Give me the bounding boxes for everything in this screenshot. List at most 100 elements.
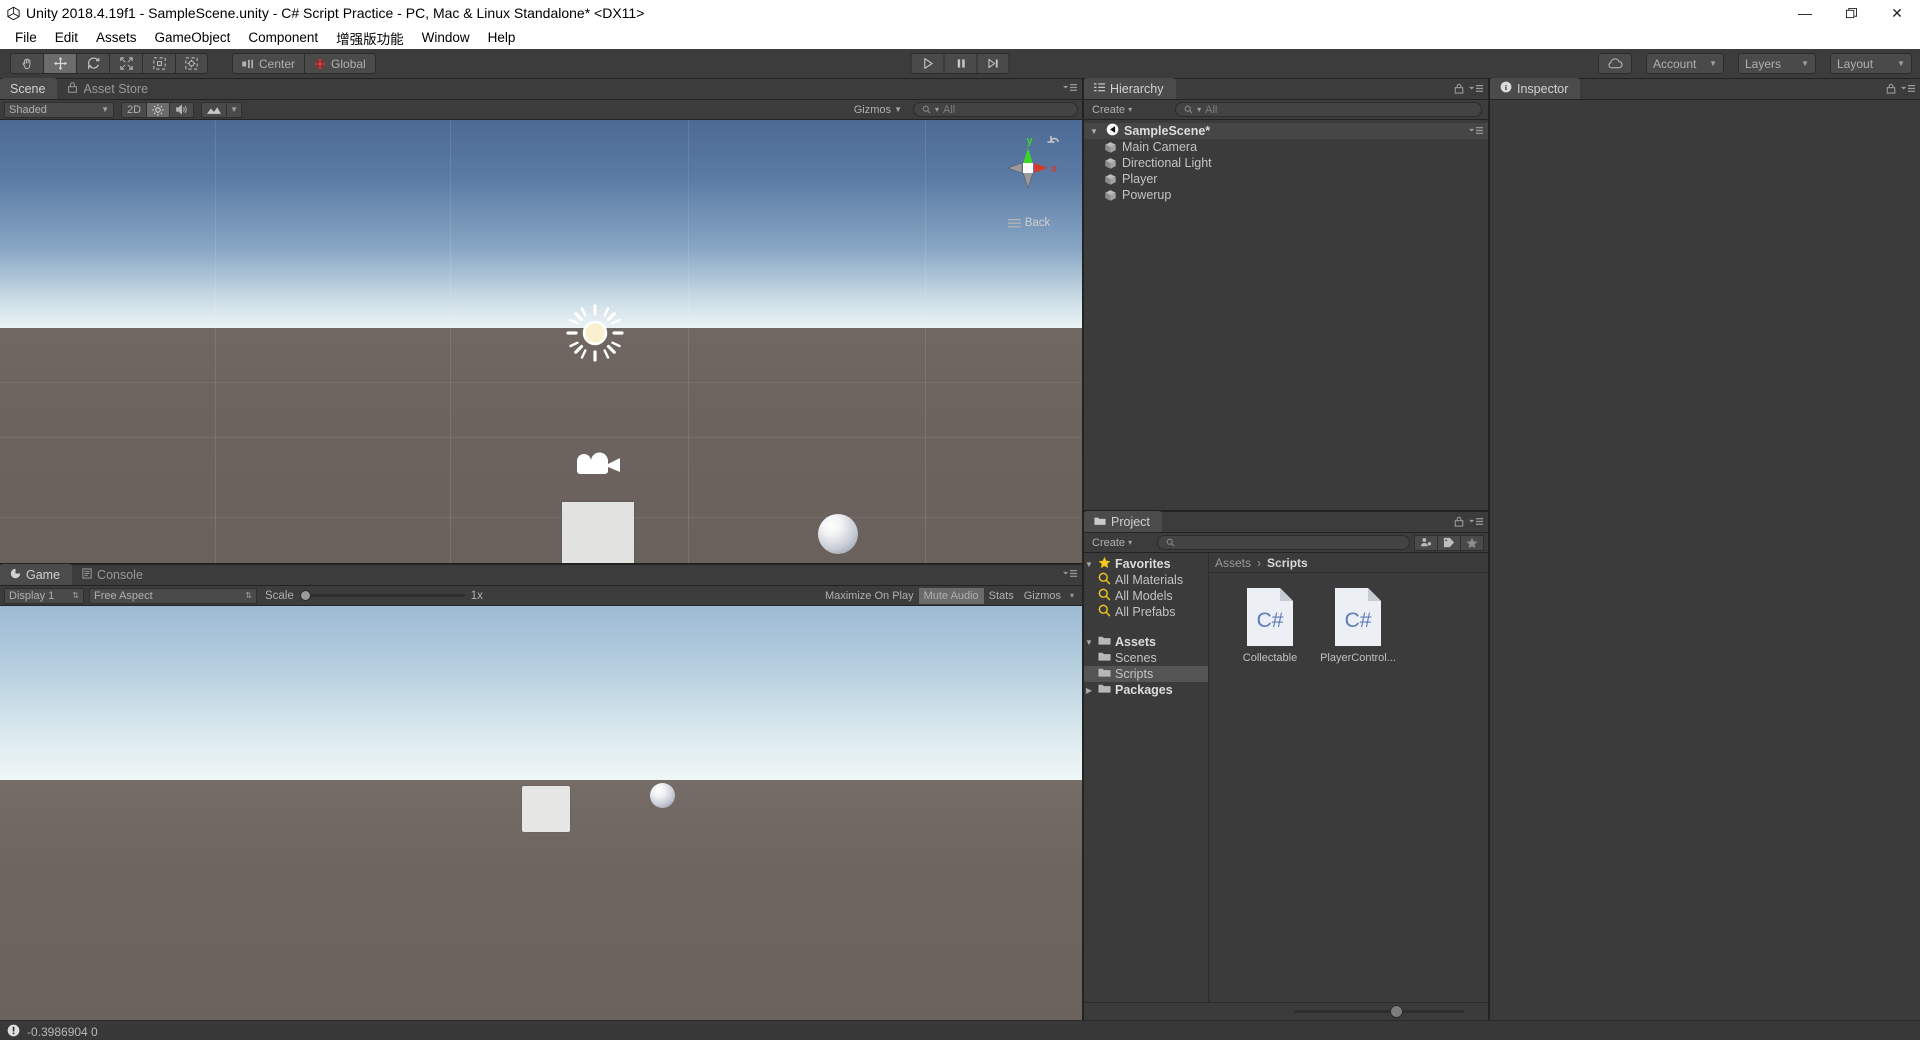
chevron-down-icon[interactable]: ▼ (1084, 638, 1094, 647)
hierarchy-search-input[interactable]: ▾ All (1175, 102, 1482, 117)
project-tree-scripts[interactable]: Scripts (1084, 666, 1208, 682)
shading-mode-dropdown[interactable]: Shaded ▼ (4, 101, 114, 118)
transform-tool-button[interactable] (175, 53, 208, 74)
close-button[interactable]: ✕ (1874, 0, 1920, 26)
layout-dropdown[interactable]: Layout ▼ (1830, 53, 1912, 74)
menu-assets[interactable]: Assets (87, 28, 146, 47)
scale-slider[interactable] (299, 590, 465, 602)
menu-window[interactable]: Window (413, 28, 479, 47)
scene-view-orientation-label[interactable]: Back (994, 217, 1064, 229)
inspector-tab-controls[interactable] (1886, 83, 1915, 94)
icon-size-slider[interactable] (1294, 1005, 1464, 1018)
layers-dropdown[interactable]: Layers ▼ (1738, 53, 1816, 74)
scale-tool-button[interactable] (109, 53, 142, 74)
menu-help[interactable]: Help (479, 28, 525, 47)
scale-value: 1x (470, 589, 483, 602)
scene-lighting-toggle[interactable] (147, 101, 171, 118)
favorites-button[interactable] (1461, 534, 1484, 551)
player-cube-object[interactable] (562, 502, 634, 563)
csharp-file-icon: C# (1246, 587, 1294, 647)
breadcrumb-item-assets[interactable]: Assets (1215, 556, 1251, 570)
rect-tool-button[interactable] (142, 53, 175, 74)
hierarchy-tab-controls[interactable] (1454, 83, 1483, 94)
project-create-button[interactable]: Create ▾ (1087, 535, 1137, 551)
hierarchy-item-player[interactable]: Player (1084, 171, 1488, 187)
project-tree-all-prefabs[interactable]: All Prefabs (1084, 604, 1208, 620)
menu-edit[interactable]: Edit (46, 28, 87, 47)
icon-size-slider-handle[interactable] (1390, 1005, 1403, 1018)
aspect-dropdown[interactable]: Free Aspect ⇅ (89, 587, 257, 604)
powerup-sphere-object[interactable] (818, 514, 858, 554)
play-button[interactable] (910, 53, 944, 74)
maximize-on-play-button[interactable]: Maximize On Play (820, 588, 919, 604)
filter-by-type-button[interactable] (1414, 534, 1438, 551)
step-button[interactable] (976, 53, 1010, 74)
menu-enhanced-features[interactable]: 增强版功能 (327, 26, 413, 50)
breadcrumb-item-scripts[interactable]: Scripts (1267, 556, 1308, 570)
project-tree-all-models[interactable]: All Models (1084, 588, 1208, 604)
tab-console[interactable]: Console (72, 564, 155, 585)
main-camera-gizmo[interactable] (572, 447, 624, 486)
menu-file[interactable]: File (6, 28, 46, 47)
scene-audio-toggle[interactable] (170, 101, 195, 118)
scene-tab-menu[interactable] (1063, 83, 1077, 93)
project-tree-scenes[interactable]: Scenes (1084, 650, 1208, 666)
project-tree-favorites[interactable]: ▼ Favorites (1084, 556, 1208, 572)
chevron-down-icon[interactable]: ▼ (1090, 127, 1101, 136)
project-tree-packages[interactable]: ▶ Packages (1084, 682, 1208, 698)
maximize-button[interactable] (1828, 0, 1874, 26)
hierarchy-item-main-camera[interactable]: Main Camera (1084, 139, 1488, 155)
pivot-mode-button[interactable]: Center (232, 53, 305, 74)
project-tree-all-materials[interactable]: All Materials (1084, 572, 1208, 588)
game-tab-menu[interactable] (1063, 569, 1077, 579)
tab-hierarchy[interactable]: Hierarchy (1084, 78, 1176, 99)
tab-game[interactable]: Game (0, 564, 73, 585)
hierarchy-create-button[interactable]: Create ▾ (1087, 102, 1137, 118)
scale-slider-group[interactable]: Scale 1x (265, 590, 483, 602)
shading-mode-label: Shaded (9, 103, 47, 116)
layout-label: Layout (1837, 56, 1874, 71)
game-gizmos-dropdown[interactable]: ▾ (1066, 588, 1078, 604)
scene-gizmos-dropdown[interactable]: Gizmos ▼ (849, 102, 907, 118)
chevron-right-icon[interactable]: ▶ (1084, 686, 1094, 695)
asset-item-collectable[interactable]: C# Collectable (1231, 587, 1309, 664)
tab-asset-store[interactable]: Asset Store (57, 78, 160, 99)
asset-item-playercontroller[interactable]: C# PlayerControl... (1319, 587, 1397, 664)
hierarchy-item-directional-light[interactable]: Directional Light (1084, 155, 1488, 171)
stats-button[interactable]: Stats (984, 588, 1019, 604)
scene-search-input[interactable]: ▾ All (913, 102, 1078, 117)
minimize-button[interactable]: — (1782, 0, 1828, 26)
filter-by-label-button[interactable] (1438, 534, 1461, 551)
scene-context-menu[interactable] (1469, 126, 1483, 136)
scene-effects-toggle[interactable] (201, 101, 228, 118)
move-tool-button[interactable] (43, 53, 76, 74)
hierarchy-item-powerup[interactable]: Powerup (1084, 187, 1488, 203)
space-mode-button[interactable]: Global (304, 53, 376, 74)
menu-component[interactable]: Component (239, 28, 327, 47)
game-viewport[interactable] (0, 606, 1082, 1020)
account-dropdown[interactable]: Account ▼ (1646, 53, 1724, 74)
scene-effects-dropdown[interactable]: ▼ (227, 101, 242, 118)
scene-viewport[interactable]: y x Back (0, 120, 1082, 563)
tab-inspector[interactable]: i Inspector (1490, 78, 1581, 99)
menu-gameobject[interactable]: GameObject (146, 28, 240, 47)
collab-cloud-button[interactable] (1598, 53, 1632, 74)
toggle-2d-button[interactable]: 2D (121, 101, 148, 118)
rotate-tool-button[interactable] (76, 53, 109, 74)
pause-button[interactable] (943, 53, 977, 74)
hand-tool-button[interactable] (10, 53, 43, 74)
tab-scene[interactable]: Scene (0, 78, 58, 99)
status-bar[interactable]: -0.3986904 0 (0, 1020, 1920, 1040)
mute-audio-button[interactable]: Mute Audio (918, 587, 984, 604)
scale-slider-handle[interactable] (299, 590, 311, 601)
tab-project[interactable]: Project (1084, 511, 1162, 532)
project-tab-controls[interactable] (1454, 516, 1483, 527)
game-gizmos-button[interactable]: Gizmos (1019, 588, 1066, 604)
directional-light-gizmo[interactable] (565, 303, 625, 366)
scene-orientation-gizmo[interactable]: y x Back (994, 130, 1064, 230)
project-tree-assets[interactable]: ▼ Assets (1084, 634, 1208, 650)
project-search-input[interactable] (1157, 535, 1410, 550)
display-dropdown[interactable]: Display 1 ⇅ (4, 587, 84, 604)
hierarchy-scene-row[interactable]: ▼ SampleScene* (1084, 123, 1488, 139)
chevron-down-icon[interactable]: ▼ (1084, 560, 1094, 569)
